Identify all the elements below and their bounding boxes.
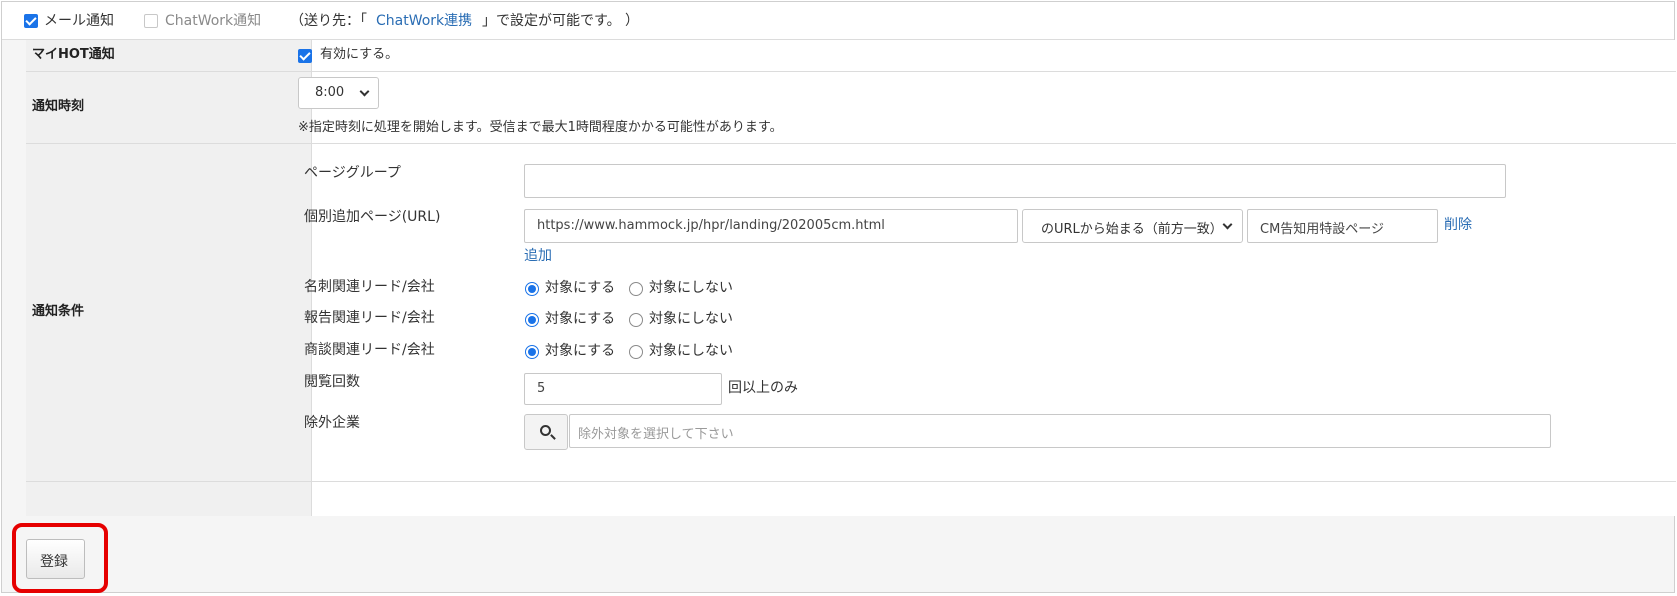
report-lead-exclude-label: 対象にしない [649, 311, 733, 327]
delete-page-link[interactable]: 削除 [1444, 216, 1472, 234]
search-icon [540, 425, 551, 436]
card-lead-exclude-label: 対象にしない [649, 280, 733, 296]
row-divider [26, 71, 1676, 72]
card-lead-include-label: 対象にする [545, 280, 616, 296]
report-lead-include-label: 対象にする [545, 311, 616, 327]
view-count-label: 閲覧回数 [304, 374, 360, 390]
destination-note-suffix: 」で設定が可能です。 ） [482, 13, 640, 29]
page-group-input[interactable] [524, 164, 1506, 198]
page-group-label: ページグループ [304, 165, 401, 181]
row-divider [26, 481, 1676, 482]
page-url-value: https://www.hammock.jp/hpr/landing/20200… [537, 218, 885, 233]
page-name-value: CM告知用特設ページ [1260, 222, 1385, 237]
mail-notify-label: メール通知 [44, 13, 114, 29]
settings-table: マイHOT通知 有効にする。 通知時刻 8:00 ※指定時刻に処理を開始します。… [26, 40, 1676, 516]
deal-lead-exclude-label: 対象にしない [649, 343, 733, 359]
card-lead-label: 名刺関連リード/会社 [304, 279, 435, 295]
card-lead-exclude-radio[interactable] [629, 282, 643, 296]
add-page-link[interactable]: 追加 [524, 247, 552, 265]
deal-lead-label: 商談関連リード/会社 [304, 342, 435, 358]
exclude-company-input[interactable]: 除外対象を選択して下さい [569, 414, 1551, 448]
my-hot-label: マイHOT通知 [32, 47, 115, 62]
highlight-box [12, 523, 108, 593]
settings-panel: メール通知 ChatWork通知 （送り先：「 ChatWork連携 」で設定が… [1, 1, 1676, 593]
card-lead-include-radio[interactable] [525, 282, 539, 296]
individual-page-label: 個別追加ページ(URL) [304, 209, 441, 225]
destination-note-prefix: （送り先：「 [290, 13, 367, 29]
report-lead-exclude-radio[interactable] [629, 313, 643, 327]
chatwork-notify-label: ChatWork通知 [165, 13, 262, 29]
exclude-company-placeholder: 除外対象を選択して下さい [578, 427, 734, 442]
page-url-input[interactable]: https://www.hammock.jp/hpr/landing/20200… [524, 209, 1018, 243]
chatwork-notify-checkbox[interactable] [144, 14, 158, 28]
exclude-company-search-button[interactable] [524, 414, 568, 450]
deal-lead-include-radio[interactable] [525, 345, 539, 359]
chatwork-integration-link[interactable]: ChatWork連携 [376, 12, 472, 30]
page-name-input[interactable]: CM告知用特設ページ [1247, 209, 1438, 243]
notify-time-note: ※指定時刻に処理を開始します。受信まで最大1時間程度かかる可能性があります。 [298, 120, 783, 135]
url-match-select[interactable]: のURLから始まる（前方一致） [1022, 209, 1243, 243]
notify-time-label: 通知時刻 [32, 99, 85, 114]
notify-channel-row: メール通知 ChatWork通知 （送り先：「 ChatWork連携 」で設定が… [2, 2, 1674, 40]
notify-time-select[interactable]: 8:00 [298, 77, 379, 109]
view-count-value: 5 [537, 381, 546, 396]
exclude-company-label: 除外企業 [304, 415, 360, 431]
deal-lead-exclude-radio[interactable] [629, 345, 643, 359]
report-lead-include-radio[interactable] [525, 313, 539, 327]
view-count-suffix: 回以上のみ [728, 380, 798, 396]
deal-lead-include-label: 対象にする [545, 343, 616, 359]
view-count-input[interactable]: 5 [524, 373, 722, 405]
notify-conditions-label: 通知条件 [32, 304, 85, 319]
my-hot-enable-checkbox[interactable] [298, 49, 312, 63]
mail-notify-checkbox[interactable] [24, 14, 38, 28]
row-divider [26, 143, 1676, 144]
chevron-down-icon [359, 86, 370, 97]
url-match-value: のURLから始まる（前方一致） [1041, 222, 1223, 237]
report-lead-label: 報告関連リード/会社 [304, 310, 435, 326]
my-hot-enable-label: 有効にする。 [320, 47, 399, 62]
notify-time-value: 8:00 [315, 85, 345, 100]
chevron-down-icon [1222, 219, 1233, 230]
